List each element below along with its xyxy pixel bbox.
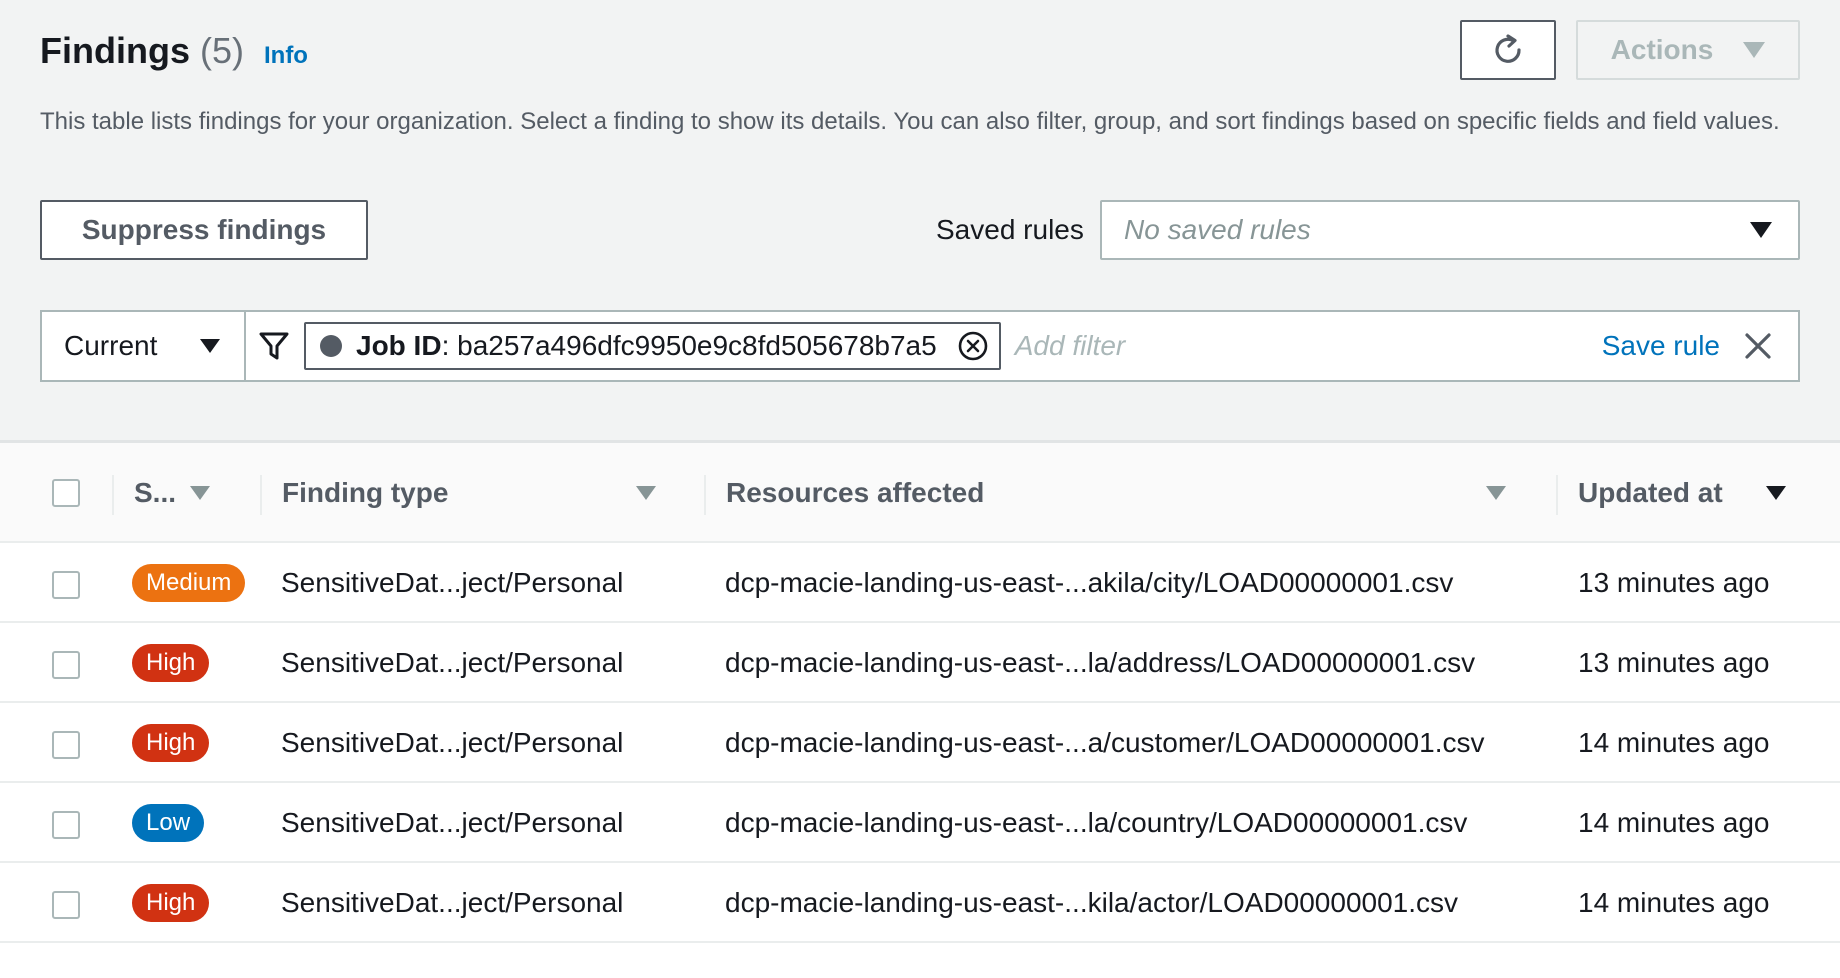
finding-type-cell: SensitiveDat...ject/Personal bbox=[281, 887, 624, 918]
row-checkbox[interactable] bbox=[52, 891, 80, 919]
table-header: S... Finding type Resources affected Upd… bbox=[0, 443, 1840, 543]
row-checkbox[interactable] bbox=[52, 651, 80, 679]
table-row[interactable]: High SensitiveDat...ject/Personal dcp-ma… bbox=[0, 623, 1840, 703]
filter-token[interactable]: Job ID : ba257a496dfc9950e9c8fd505678b7a… bbox=[304, 322, 1001, 370]
token-separator: : bbox=[441, 330, 450, 361]
finding-type-cell: SensitiveDat...ject/Personal bbox=[281, 567, 624, 598]
filter-bar: Current Job ID : ba257a496dfc9950e9c8fd5… bbox=[40, 310, 1800, 382]
severity-badge: High bbox=[132, 884, 210, 922]
column-header-finding-type[interactable]: Finding type bbox=[282, 443, 662, 543]
severity-cell: Medium bbox=[132, 543, 246, 623]
remove-circle-icon[interactable] bbox=[957, 330, 989, 362]
refresh-button[interactable] bbox=[1460, 20, 1556, 80]
severity-badge: Medium bbox=[132, 564, 246, 602]
table-row[interactable]: High SensitiveDat...ject/Personal dcp-ma… bbox=[0, 703, 1840, 783]
updated-at-cell: 13 minutes ago bbox=[1578, 567, 1770, 598]
resource-cell: dcp-macie-landing-us-east-...la/address/… bbox=[725, 647, 1476, 678]
updated-at-cell: 14 minutes ago bbox=[1578, 887, 1770, 918]
severity-badge: Low bbox=[132, 804, 205, 842]
updated-at-cell: 14 minutes ago bbox=[1578, 807, 1770, 838]
severity-badge: High bbox=[132, 724, 210, 762]
severity-cell: High bbox=[132, 623, 210, 703]
resource-cell: dcp-macie-landing-us-east-...akila/city/… bbox=[725, 567, 1454, 598]
resource-cell: dcp-macie-landing-us-east-...kila/actor/… bbox=[725, 887, 1459, 918]
column-divider bbox=[1556, 475, 1558, 515]
page-title: Findings bbox=[40, 30, 190, 71]
severity-cell: High bbox=[132, 703, 210, 783]
column-header-resources[interactable]: Resources affected bbox=[726, 443, 1546, 543]
updated-at-cell: 13 minutes ago bbox=[1578, 647, 1770, 678]
filter-funnel-icon bbox=[256, 328, 292, 364]
sort-caret-icon bbox=[636, 486, 656, 500]
title-row: Findings (5) Info bbox=[40, 30, 308, 72]
resource-cell: dcp-macie-landing-us-east-...a/customer/… bbox=[725, 727, 1485, 758]
severity-cell: High bbox=[132, 863, 210, 943]
column-divider bbox=[260, 475, 262, 515]
scope-select-value: Current bbox=[64, 330, 158, 361]
findings-table: S... Finding type Resources affected Upd… bbox=[0, 443, 1840, 978]
refresh-icon bbox=[1495, 34, 1521, 63]
findings-header-panel: Findings (5) Info Actions This table lis… bbox=[0, 0, 1840, 440]
column-header-updated-at-label: Updated at bbox=[1578, 477, 1723, 508]
sort-caret-icon bbox=[190, 486, 211, 500]
suppress-findings-button[interactable]: Suppress findings bbox=[40, 200, 368, 260]
close-icon[interactable] bbox=[1744, 332, 1772, 360]
caret-down-icon bbox=[1743, 42, 1766, 58]
table-row[interactable]: Medium SensitiveDat...ject/Personal dcp-… bbox=[0, 543, 1840, 623]
page-description: This table lists findings for your organ… bbox=[40, 108, 1780, 135]
resource-cell: dcp-macie-landing-us-east-...la/country/… bbox=[725, 807, 1468, 838]
updated-at-cell: 14 minutes ago bbox=[1578, 727, 1770, 758]
info-link[interactable]: Info bbox=[264, 42, 308, 70]
sort-descending-icon bbox=[1766, 486, 1786, 500]
scope-select[interactable]: Current bbox=[42, 312, 246, 380]
finding-type-cell: SensitiveDat...ject/Personal bbox=[281, 807, 624, 838]
chevron-down-icon bbox=[1750, 222, 1772, 238]
token-value: ba257a496dfc9950e9c8fd505678b7a5 bbox=[449, 330, 937, 361]
row-checkbox[interactable] bbox=[52, 811, 80, 839]
token-dot-icon bbox=[320, 335, 342, 357]
actions-button[interactable]: Actions bbox=[1576, 20, 1800, 80]
token-key: Job ID bbox=[356, 330, 442, 361]
finding-type-cell: SensitiveDat...ject/Personal bbox=[281, 647, 624, 678]
saved-rules-label: Saved rules bbox=[936, 214, 1084, 245]
add-filter-input[interactable]: Add filter bbox=[1015, 330, 1602, 362]
severity-badge: High bbox=[132, 644, 210, 682]
column-header-finding-type-label: Finding type bbox=[282, 477, 449, 508]
saved-rules-placeholder: No saved rules bbox=[1124, 214, 1311, 245]
column-divider bbox=[112, 475, 114, 515]
actions-label: Actions bbox=[1610, 34, 1714, 65]
table-row[interactable]: High SensitiveDat...ject/Personal dcp-ma… bbox=[0, 863, 1840, 943]
chevron-down-icon bbox=[200, 339, 220, 353]
severity-cell: Low bbox=[132, 783, 205, 863]
table-row[interactable]: Low SensitiveDat...ject/Personal dcp-mac… bbox=[0, 783, 1840, 863]
findings-count: (5) bbox=[199, 30, 244, 71]
row-checkbox[interactable] bbox=[52, 571, 80, 599]
column-divider bbox=[704, 475, 706, 515]
select-all-checkbox[interactable] bbox=[52, 479, 80, 507]
row-checkbox[interactable] bbox=[52, 731, 80, 759]
finding-type-cell: SensitiveDat...ject/Personal bbox=[281, 727, 624, 758]
sort-caret-icon bbox=[1486, 486, 1506, 500]
saved-rules-select[interactable]: No saved rules bbox=[1100, 200, 1800, 260]
column-header-resources-label: Resources affected bbox=[726, 477, 985, 508]
save-rule-link[interactable]: Save rule bbox=[1602, 330, 1720, 362]
column-header-severity[interactable]: S... bbox=[134, 443, 254, 543]
column-header-severity-label: S... bbox=[134, 477, 177, 508]
column-header-updated-at[interactable]: Updated at bbox=[1578, 443, 1818, 543]
